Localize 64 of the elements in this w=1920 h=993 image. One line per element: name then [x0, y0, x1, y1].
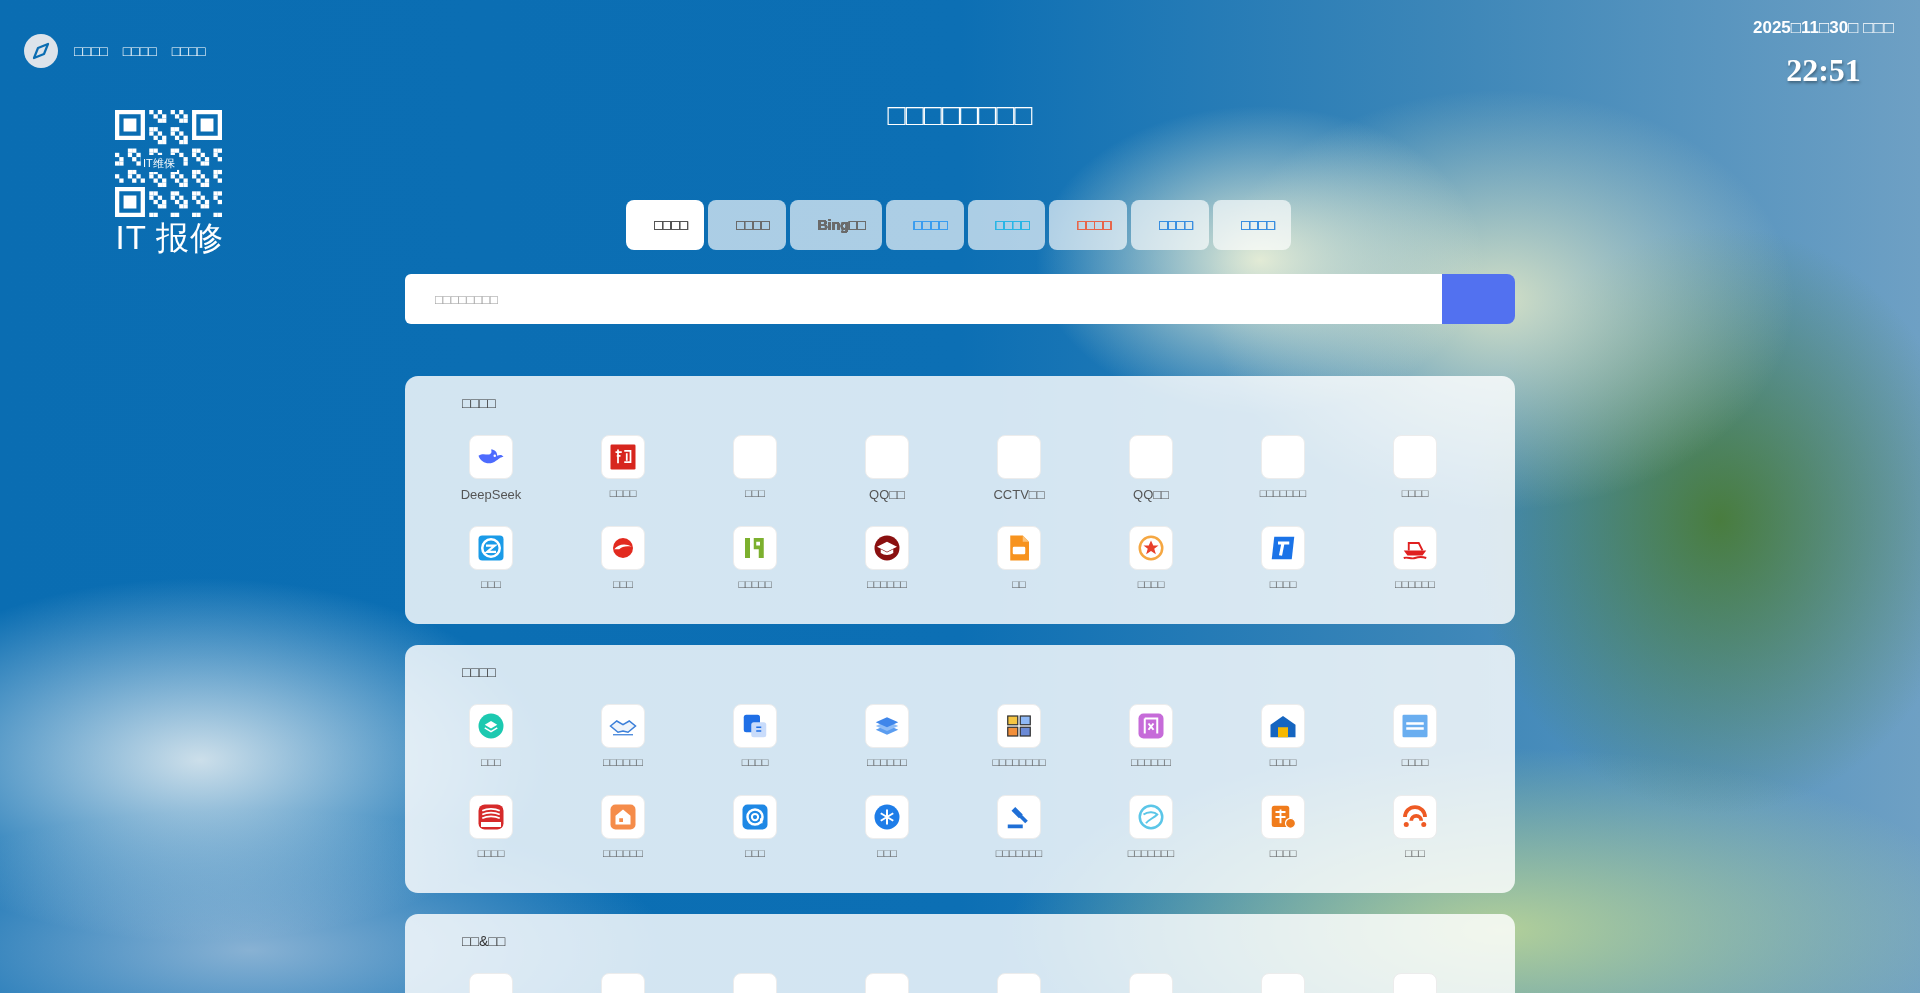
icon-tile [997, 435, 1041, 479]
date-text: 2025□11□30□ □□□ [1752, 18, 1894, 38]
square-logo-icon [1136, 711, 1166, 741]
icon-tile [733, 435, 777, 479]
search-field[interactable]: □□□□□□□□ [405, 274, 1442, 324]
layers-icon [476, 711, 506, 741]
site-link[interactable]: □□□□ [1393, 435, 1437, 506]
site-link[interactable]: □□□□□□ [601, 795, 645, 866]
graduation-cap-icon [872, 533, 902, 563]
site-link[interactable]: □□□ [469, 526, 513, 597]
compass-icon[interactable] [24, 34, 58, 68]
star-badge-icon [1136, 533, 1166, 563]
icon-tile [1129, 435, 1173, 479]
site-link[interactable]: □□□□ [469, 795, 513, 866]
square-logo-icon [608, 442, 638, 472]
section-title: □□□□ [462, 395, 496, 412]
search-engine-tab[interactable]: □□□□ [1131, 200, 1210, 250]
icon-tile [1393, 435, 1437, 479]
nav-link[interactable]: □□□□ [122, 39, 157, 63]
site-link[interactable]: □□□□ [1261, 526, 1305, 597]
search-button[interactable] [1442, 274, 1515, 324]
site-link[interactable]: □□□□□□□ [1259, 435, 1307, 506]
site-link[interactable]: □□□□ [1393, 704, 1437, 775]
site-link[interactable]: □□□ [733, 435, 777, 506]
site-link[interactable]: □□□□ [733, 704, 777, 775]
page-title: □□□□□□□□ [887, 98, 1033, 132]
qr-caption: IT 报修 [115, 218, 225, 258]
nav-link[interactable]: □□□□ [171, 39, 206, 63]
site-link[interactable]: □□□□□□ [865, 704, 909, 775]
site-link[interactable]: DeepSeek [460, 435, 522, 506]
site-link[interactable]: □□□□□□□□ [992, 704, 1046, 775]
qr-badge-text: IT维保 [141, 155, 177, 172]
section-title: □□&□□ [462, 933, 506, 950]
site-link[interactable]: □□□ [733, 795, 777, 866]
search-engine-tab[interactable]: □□□□ [626, 200, 704, 250]
site-link[interactable]: □□□ [1393, 795, 1437, 866]
site-link[interactable]: □□□□ [1261, 704, 1305, 775]
time-text: 22:51 [1786, 52, 1861, 89]
icon-tile [865, 435, 909, 479]
site-link[interactable]: □□□□□□□ [1127, 795, 1175, 866]
site-link[interactable]: CCTV□□ [993, 435, 1045, 506]
site-link[interactable]: □□□ [469, 704, 513, 775]
site-link[interactable]: □□□□□□ [865, 526, 909, 597]
site-link[interactable]: □□□□ [1261, 795, 1305, 866]
site-link[interactable]: □□□ [865, 795, 909, 866]
section-title: □□□□ [462, 664, 496, 681]
site-link[interactable]: □□□□ [601, 435, 645, 506]
nav-link[interactable]: □□□□ [74, 39, 108, 63]
search-engine-tab[interactable]: □□□□ [707, 200, 786, 250]
site-link[interactable]: □□ [997, 526, 1041, 597]
house-icon [608, 802, 638, 832]
search-engine-tab[interactable]: □□□□ [1213, 200, 1291, 250]
site-link[interactable]: □□□□□□ [601, 704, 645, 775]
site-link[interactable]: QQ□□ [1129, 435, 1173, 506]
search-engine-tab[interactable]: Bing□□ [789, 200, 882, 250]
site-link[interactable]: QQ□□ [865, 435, 909, 506]
site-link[interactable]: □□□□□□ [1129, 704, 1173, 775]
site-link[interactable]: □□□□□□□ [995, 795, 1043, 866]
site-link[interactable]: □□□□□ [733, 526, 777, 597]
site-link[interactable]: □□□□ [1129, 526, 1173, 597]
icon-tile [1261, 435, 1305, 479]
site-link[interactable]: □□□□□□ [1393, 526, 1437, 597]
site-link[interactable]: □□□ [601, 526, 645, 597]
snowflake-icon [872, 802, 902, 832]
